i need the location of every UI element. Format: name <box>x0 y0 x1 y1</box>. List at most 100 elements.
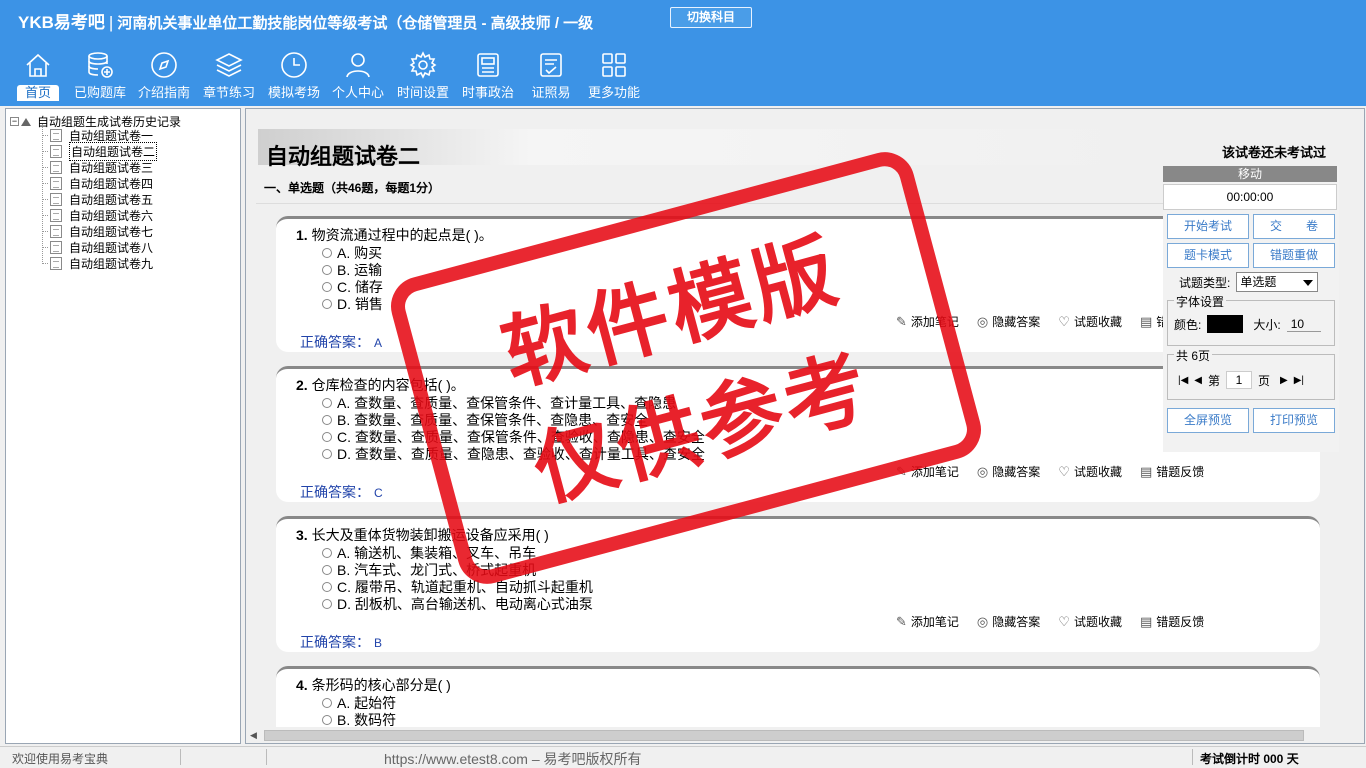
feedback-button[interactable]: ▤错题反馈 <box>1140 613 1204 630</box>
eye-off-icon: ◎ <box>976 463 989 479</box>
scroll-thumb[interactable] <box>264 730 1304 741</box>
card-mode-button[interactable]: 题卡模式 <box>1167 243 1249 268</box>
option-d[interactable]: D. 销售 <box>322 294 383 314</box>
nav-mock-exam[interactable]: 模拟考场 <box>262 48 326 104</box>
grid-icon <box>602 53 626 77</box>
tree-item[interactable]: 自动组题试卷七 <box>42 223 153 239</box>
eye-off-icon: ◎ <box>976 313 989 329</box>
radio-button[interactable] <box>322 698 332 708</box>
compass-icon <box>151 52 177 78</box>
hide-answer-button[interactable]: ◎ 隐藏答案 <box>977 613 1040 630</box>
next-page-icon[interactable]: ▶ <box>1280 375 1288 386</box>
move-handle[interactable]: 移动 <box>1163 166 1337 182</box>
tree-item[interactable]: 自动组题试卷六 <box>42 207 153 223</box>
hide-answer-button[interactable]: ◎ 隐藏答案 <box>977 463 1040 480</box>
home-icon <box>26 53 50 77</box>
feedback-button[interactable]: ▤错题反馈 <box>1140 463 1204 480</box>
font-settings: 字体设置 颜色: 大小: 10 <box>1167 293 1335 346</box>
radio-button[interactable] <box>322 432 332 442</box>
certificate-icon <box>540 53 562 77</box>
radio-button[interactable] <box>322 582 332 592</box>
radio-button[interactable] <box>322 449 332 459</box>
first-page-icon[interactable]: |◀ <box>1178 375 1188 386</box>
question-actions: ✎添加笔记 ◎隐藏答案 ♡试题收藏 ▤错题反馈 <box>896 463 1222 480</box>
add-note-button[interactable]: ✎ 添加笔记 <box>896 613 959 630</box>
radio-button[interactable] <box>322 715 332 725</box>
last-page-icon[interactable]: ▶| <box>1294 375 1304 386</box>
radio-button[interactable] <box>322 398 332 408</box>
feedback-icon: ▤ <box>1139 313 1153 329</box>
tree-item[interactable]: 自动组题试卷四 <box>42 175 153 191</box>
start-exam-button[interactable]: 开始考试 <box>1167 214 1249 239</box>
section-title: 一、单选题（共46题，每题1分） <box>264 181 441 195</box>
question-card: 3. 长大及重体货物装卸搬运设备应采用( ) A. 输送机、集装箱、叉车、吊车 … <box>276 516 1320 652</box>
question-type-select[interactable]: 单选题 <box>1236 272 1319 292</box>
hide-answer-button[interactable]: ◎ 隐藏答案 <box>977 313 1040 330</box>
document-icon <box>50 176 62 190</box>
news-icon <box>477 53 499 77</box>
fullscreen-preview-button[interactable]: 全屏预览 <box>1167 408 1249 433</box>
heart-icon: ♡ <box>1058 463 1070 479</box>
divider <box>1192 749 1193 765</box>
document-icon <box>50 192 62 206</box>
radio-button[interactable] <box>322 265 332 275</box>
nav-home[interactable]: 首页 <box>8 48 68 104</box>
nav-certificate[interactable]: 证照易 <box>520 48 582 104</box>
print-preview-button[interactable]: 打印预览 <box>1253 408 1335 433</box>
radio-button[interactable] <box>322 415 332 425</box>
nav-time-settings[interactable]: 时间设置 <box>390 48 456 104</box>
radio-button[interactable] <box>322 248 332 258</box>
radio-button[interactable] <box>322 599 332 609</box>
brand-logo: YKB易考吧 <box>18 13 105 32</box>
radio-button[interactable] <box>322 565 332 575</box>
document-icon <box>50 128 62 142</box>
heart-icon: ♡ <box>1058 613 1070 629</box>
favorite-button[interactable]: ♡ 试题收藏 <box>1058 313 1122 330</box>
nav-more[interactable]: 更多功能 <box>582 48 646 104</box>
status-bar: 欢迎使用易考宝典 https://www.etest8.com – 易考吧版权所… <box>0 746 1366 768</box>
radio-button[interactable] <box>322 548 332 558</box>
exam-countdown: 考试倒计时 000 天 <box>1200 752 1299 766</box>
exam-title: 河南机关事业单位工勤技能岗位等级考试（仓储管理员 - 高级技师 / 一级 <box>117 15 594 32</box>
document-icon <box>50 160 62 174</box>
page-title: 自动组题试卷二 <box>266 145 421 170</box>
radio-button[interactable] <box>322 282 332 292</box>
submit-exam-button[interactable]: 交 卷 <box>1253 214 1335 239</box>
prev-page-icon[interactable]: ◀ <box>1194 375 1202 386</box>
nav-chapter[interactable]: 章节练习 <box>196 48 262 104</box>
exam-status: 该试卷还未考试过 <box>1222 145 1327 160</box>
tree-item[interactable]: 自动组题试卷五 <box>42 191 153 207</box>
radio-button[interactable] <box>322 299 332 309</box>
redo-wrong-button[interactable]: 错题重做 <box>1253 243 1335 268</box>
folder-icon <box>21 117 31 126</box>
copyright-url: https://www.etest8.com – 易考吧版权所有 <box>384 751 642 767</box>
scroll-left-icon[interactable]: ◀ <box>250 730 257 741</box>
switch-subject-button[interactable]: 切换科目 <box>670 7 752 28</box>
option-d[interactable]: D. 刮板机、高台输送机、电动离心式油泵 <box>322 594 593 614</box>
feedback-icon: ▤ <box>1139 613 1153 629</box>
nav-profile[interactable]: 个人中心 <box>326 48 390 104</box>
question-actions: ✎添加笔记 ◎隐藏答案 ♡试题收藏 ▤错题反馈 <box>896 613 1222 630</box>
question-text: 1. 物资流通过程中的起点是( )。 <box>296 227 493 243</box>
database-icon <box>88 52 113 78</box>
font-color-swatch[interactable] <box>1207 315 1244 333</box>
brand-title: YKB易考吧 | 河南机关事业单位工勤技能岗位等级考试（仓储管理员 - 高级技师 /… <box>18 13 594 32</box>
horizontal-scrollbar[interactable]: ◀ ▶ <box>246 727 1364 743</box>
font-size-input[interactable]: 10 <box>1286 317 1321 332</box>
nav-guide[interactable]: 介绍指南 <box>132 48 196 104</box>
tree-item-selected[interactable]: 自动组题试卷二 <box>42 141 158 161</box>
collapse-icon[interactable]: − <box>10 117 19 126</box>
tree-item[interactable]: 自动组题试卷九 <box>42 255 153 271</box>
page-number-input[interactable]: 1 <box>1226 371 1253 389</box>
exam-control-panel: 移动 00:00:00 开始考试 交 卷 题卡模式 错题重做 试题类型: 单选题… <box>1163 166 1339 452</box>
document-icon <box>50 208 62 222</box>
tree-item[interactable]: 自动组题试卷八 <box>42 239 153 255</box>
layers-icon <box>215 53 243 77</box>
tree-item[interactable]: 自动组题试卷三 <box>42 159 153 175</box>
correct-answer: 正确答案： B <box>300 634 383 650</box>
nav-purchased[interactable]: 已购题库 <box>68 48 132 104</box>
document-icon <box>50 144 62 158</box>
favorite-button[interactable]: ♡ 试题收藏 <box>1058 463 1122 480</box>
favorite-button[interactable]: ♡ 试题收藏 <box>1058 613 1122 630</box>
nav-politics[interactable]: 时事政治 <box>456 48 520 104</box>
